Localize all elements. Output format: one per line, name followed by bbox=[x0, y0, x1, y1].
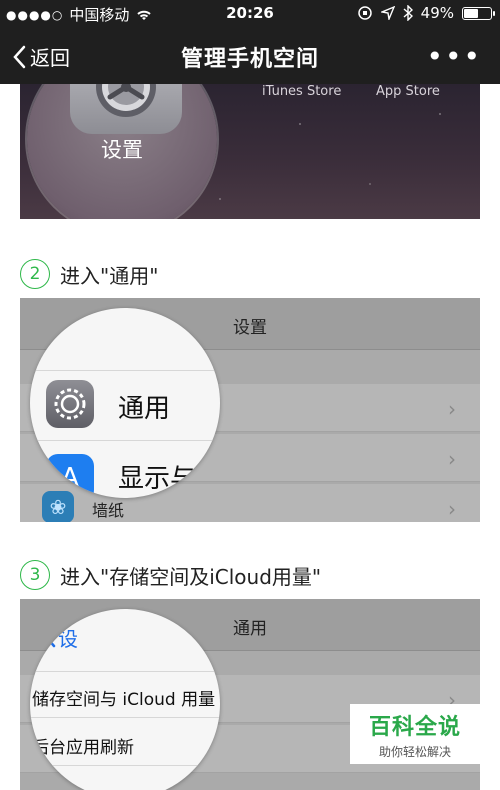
storage-icloud-label: 储存空间与 iCloud 用量 bbox=[32, 690, 216, 710]
step2-screenshot: 设置 › › ❀ 墙纸 › 通用 A 显示与 bbox=[20, 298, 480, 522]
location-icon bbox=[380, 6, 395, 20]
divider bbox=[30, 440, 220, 441]
back-to-settings: 设 bbox=[44, 623, 78, 652]
back-label: 设 bbox=[58, 627, 78, 651]
step-2-text: 进入"通用" bbox=[60, 263, 159, 288]
step-number-badge: 2 bbox=[20, 259, 50, 289]
orientation-lock-icon bbox=[357, 6, 372, 20]
magnifier-circle: 设置 bbox=[27, 84, 217, 219]
step-3-text: 进入"存储空间及iCloud用量" bbox=[60, 564, 322, 589]
article-content: s iTunes Store App Store 设置 2 进入"通用" 设置 bbox=[0, 84, 500, 790]
watermark-logo: 百科全说 助你轻松解决 bbox=[350, 704, 480, 764]
background-refresh-label: 后台应用刷新 bbox=[32, 738, 134, 758]
watermark-title: 百科全说 bbox=[368, 714, 461, 740]
watermark-subtitle: 助你轻松解决 bbox=[378, 744, 451, 759]
chevron-right-icon: › bbox=[448, 397, 456, 421]
step-3-heading: 3 进入"存储空间及iCloud用量" bbox=[20, 560, 321, 590]
nav-bar: 返回 管理手机空间 ••• bbox=[0, 28, 500, 84]
chevron-right-icon: › bbox=[448, 497, 456, 521]
general-label-magnified: 通用 bbox=[118, 394, 171, 424]
bluetooth-icon bbox=[403, 5, 413, 21]
gear-icon bbox=[96, 84, 156, 117]
more-button[interactable]: ••• bbox=[426, 40, 482, 73]
magnifier-circle: 设 储存空间与 iCloud 用量 后台应用刷新 bbox=[30, 609, 220, 790]
home-app-label: iTunes Store bbox=[262, 84, 342, 99]
divider bbox=[30, 765, 220, 766]
divider bbox=[30, 717, 220, 718]
chevron-right-icon: › bbox=[448, 447, 456, 471]
battery-icon bbox=[462, 6, 495, 20]
wallpaper-label: 墙纸 bbox=[92, 501, 125, 520]
status-bar: ●●●●○ 中国移动 20:26 49% bbox=[0, 0, 500, 28]
battery-percent: 49% bbox=[420, 4, 454, 22]
settings-app-icon bbox=[70, 84, 182, 134]
divider bbox=[30, 370, 220, 371]
step-number-badge: 3 bbox=[20, 560, 50, 590]
gear-icon bbox=[46, 380, 94, 428]
chevron-left-icon bbox=[45, 628, 56, 647]
magnifier-circle: 通用 A 显示与 bbox=[30, 308, 220, 498]
page-title: 管理手机空间 bbox=[180, 47, 319, 72]
display-brightness-icon: A bbox=[46, 454, 94, 498]
step1-screenshot: s iTunes Store App Store 设置 bbox=[20, 84, 480, 219]
display-label-magnified: 显示与 bbox=[118, 464, 197, 494]
gear-glyph-icon bbox=[54, 388, 86, 420]
divider bbox=[30, 671, 220, 672]
settings-icon-label: 设置 bbox=[101, 138, 143, 162]
status-right: 49% bbox=[357, 4, 495, 22]
step-2-heading: 2 进入"通用" bbox=[20, 259, 158, 289]
home-app-label: App Store bbox=[376, 84, 440, 99]
